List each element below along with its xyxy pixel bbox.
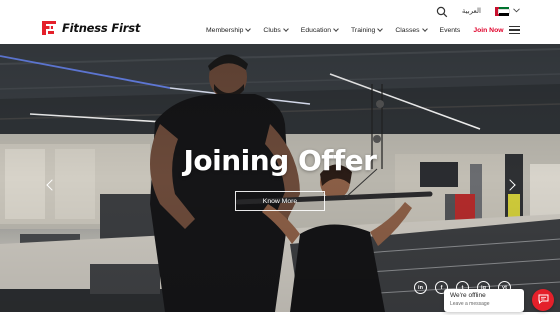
chevron-down-icon[interactable]: [513, 7, 520, 15]
hero-gym-image: [0, 44, 560, 312]
chevron-down-icon: [377, 26, 384, 32]
chat-offline-popup[interactable]: We're offline Leave a message: [444, 289, 524, 312]
chevron-down-icon: [333, 26, 339, 32]
uae-flag-icon[interactable]: [495, 6, 510, 16]
nav-item-education[interactable]: Education: [300, 26, 339, 34]
hero-banner: Joining Offer Know More in f t ig yt: [0, 44, 560, 312]
brand-name: Fitness First: [62, 21, 141, 35]
nav-item-label: Membership: [206, 26, 244, 34]
chevron-down-icon: [421, 26, 428, 32]
nav-item-label: Training: [351, 26, 376, 34]
language-switch[interactable]: العربية: [462, 7, 481, 15]
nav-item-training[interactable]: Training: [351, 26, 384, 34]
nav-item-events[interactable]: Events: [440, 27, 461, 34]
nav-item-label: Classes: [395, 26, 420, 34]
fitness-first-logo-icon: [40, 19, 58, 37]
brand-logo[interactable]: Fitness First: [40, 19, 140, 37]
chat-bubble-icon: [538, 291, 549, 309]
nav-item-label: Clubs: [263, 26, 281, 34]
chevron-down-icon: [282, 26, 289, 32]
chevron-down-icon: [245, 26, 252, 32]
nav-item-label: Events: [439, 26, 461, 34]
know-more-button[interactable]: Know More: [235, 191, 325, 211]
search-icon[interactable]: [436, 5, 448, 18]
site-header: Fitness First العربية Membership Clubs E…: [0, 0, 560, 44]
chat-launcher-button[interactable]: [532, 289, 554, 311]
nav-item-label: Education: [300, 26, 332, 34]
chat-status-title: We're offline: [450, 292, 486, 299]
linkedin-icon[interactable]: in: [414, 281, 427, 294]
nav-item-classes[interactable]: Classes: [395, 26, 428, 34]
chat-leave-message[interactable]: Leave a message: [450, 301, 518, 307]
hero-title: Joining Offer: [183, 144, 377, 177]
join-now-label: Join Now: [473, 26, 504, 34]
nav-item-membership[interactable]: Membership: [206, 26, 252, 34]
nav-item-clubs[interactable]: Clubs: [263, 26, 289, 34]
main-nav: Membership Clubs Education Training Clas…: [206, 25, 524, 35]
join-now-link[interactable]: Join Now: [473, 27, 503, 34]
hamburger-menu-icon[interactable]: [509, 26, 520, 34]
utility-bar: العربية: [436, 4, 520, 18]
